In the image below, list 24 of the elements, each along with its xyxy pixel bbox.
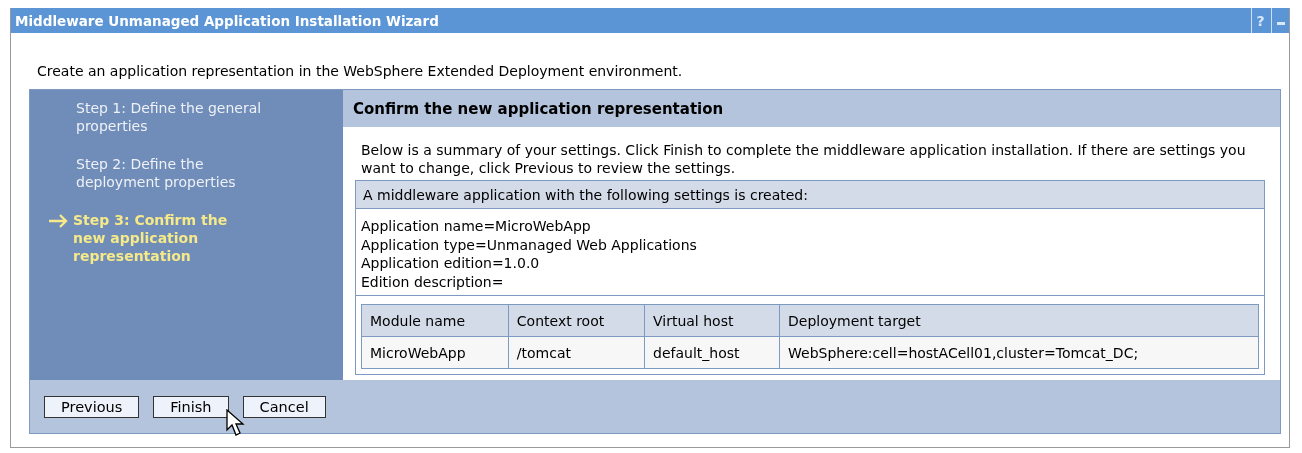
step-link[interactable]: Step 2: Define the deployment properties xyxy=(76,155,266,191)
description-text: Below is a summary of your settings. Click Finish to complete the middleware application installation. If there are settings you want to change, click Previous to review the settings. xyxy=(361,141,1247,177)
setting-text: Application name=MicroWebApp xyxy=(361,217,592,236)
column-header: Module name xyxy=(361,304,509,337)
cursor-icon xyxy=(226,409,248,437)
wizard-button[interactable]: Finish xyxy=(153,395,229,418)
setting-text: Application type=Unmanaged Web Applications xyxy=(361,235,698,254)
wizard-button[interactable]: Previous xyxy=(44,395,140,418)
step-link[interactable]: Step 3: Confirm the new application representation xyxy=(73,211,263,265)
table-cell: MicroWebApp xyxy=(361,336,509,369)
section-heading: Confirm the new application representation xyxy=(353,99,724,118)
column-header: Deployment target xyxy=(779,304,1259,337)
column-header: Virtual host xyxy=(644,304,780,337)
setting-text: Application edition=1.0.0 xyxy=(361,254,541,273)
column-header: Context root xyxy=(508,304,645,337)
wizard-button[interactable]: Cancel xyxy=(242,395,326,418)
table-cell: default_host xyxy=(644,336,780,369)
window-title: Middleware Unmanaged Application Installation Wizard xyxy=(15,12,439,29)
summary-title: A middleware application with the following settings is created: xyxy=(363,186,808,203)
intro-text: Create an application representation in the WebSphere Extended Deployment environment. xyxy=(36,62,684,81)
table-cell: WebSphere:cell=hostACell01,cluster=Tomcat_DC; xyxy=(779,336,1259,369)
setting-text: Edition description= xyxy=(361,272,505,291)
step-link[interactable]: Step 1: Define the general properties xyxy=(76,99,266,135)
table-cell: /tomcat xyxy=(508,336,645,369)
